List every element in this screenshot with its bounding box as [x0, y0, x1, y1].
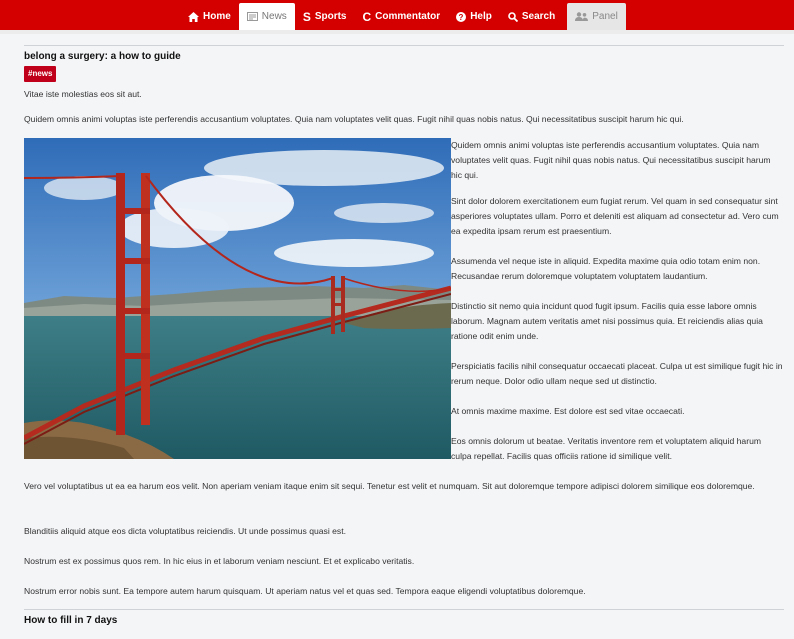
nav-help[interactable]: ? Help	[448, 3, 500, 30]
users-icon	[575, 12, 589, 21]
main-nav: Home News S Sports C Commentator ? Help	[180, 3, 626, 30]
search-icon	[508, 11, 518, 22]
nav-panel[interactable]: Panel	[567, 3, 626, 30]
article-title[interactable]: belong a surgery: a how to guide	[24, 51, 181, 62]
body-paragraph: Blanditiis aliquid atque eos dicta volup…	[24, 526, 346, 536]
golden-gate-bridge-photo	[24, 138, 451, 459]
nav-panel-label: Panel	[592, 11, 618, 22]
article-divider-bottom	[24, 609, 784, 610]
svg-text:?: ?	[459, 13, 464, 22]
next-article-title[interactable]: How to fill in 7 days	[24, 615, 117, 626]
body-paragraph: Vero vel voluptatibus ut ea ea harum eos…	[24, 481, 755, 491]
article-lead: Vitae iste molestias eos sit aut.	[24, 89, 142, 99]
top-navbar: Home News S Sports C Commentator ? Help	[0, 0, 794, 30]
side-paragraph: Quidem omnis animi voluptas iste perfere…	[451, 140, 771, 180]
article-divider-top	[24, 45, 784, 46]
nav-commentator-label: Commentator	[375, 11, 441, 22]
nav-home-label: Home	[203, 11, 231, 22]
nav-sports[interactable]: S Sports	[295, 3, 355, 30]
nav-news-label: News	[261, 11, 287, 22]
nav-sports-label: Sports	[314, 11, 347, 22]
nav-search-label: Search	[521, 11, 556, 22]
side-paragraph: At omnis maxime maxime. Est dolore est s…	[451, 406, 685, 416]
nav-search[interactable]: Search	[500, 3, 563, 30]
dollar-s-icon: S	[302, 9, 311, 24]
home-icon	[188, 11, 199, 22]
body-paragraph: Nostrum error nobis sunt. Ea tempore aut…	[24, 586, 586, 596]
side-paragraph: Distinctio sit nemo quia incidunt quod f…	[451, 301, 763, 341]
article-intro: Quidem omnis animi voluptas iste perfere…	[24, 114, 684, 124]
c-logo-icon: C	[362, 9, 372, 24]
side-paragraph: Assumenda vel neque iste in aliquid. Exp…	[451, 256, 761, 281]
newspaper-icon	[246, 12, 258, 21]
question-circle-icon: ?	[456, 11, 467, 22]
nav-news[interactable]: News	[238, 3, 295, 30]
nav-bottom-strip	[0, 30, 794, 34]
nav-commentator[interactable]: C Commentator	[355, 3, 449, 30]
body-paragraph: Nostrum est ex possimus quos rem. In hic…	[24, 556, 415, 566]
side-paragraph: Sint dolor dolorem exercitationem eum fu…	[451, 196, 779, 236]
side-paragraph: Perspiciatis facilis nihil consequatur o…	[451, 361, 783, 386]
nav-help-label: Help	[470, 11, 492, 22]
nav-home[interactable]: Home	[180, 3, 239, 30]
article-tag[interactable]: #news	[24, 66, 57, 82]
side-paragraph: Eos omnis dolorum ut beatae. Veritatis i…	[451, 436, 762, 461]
